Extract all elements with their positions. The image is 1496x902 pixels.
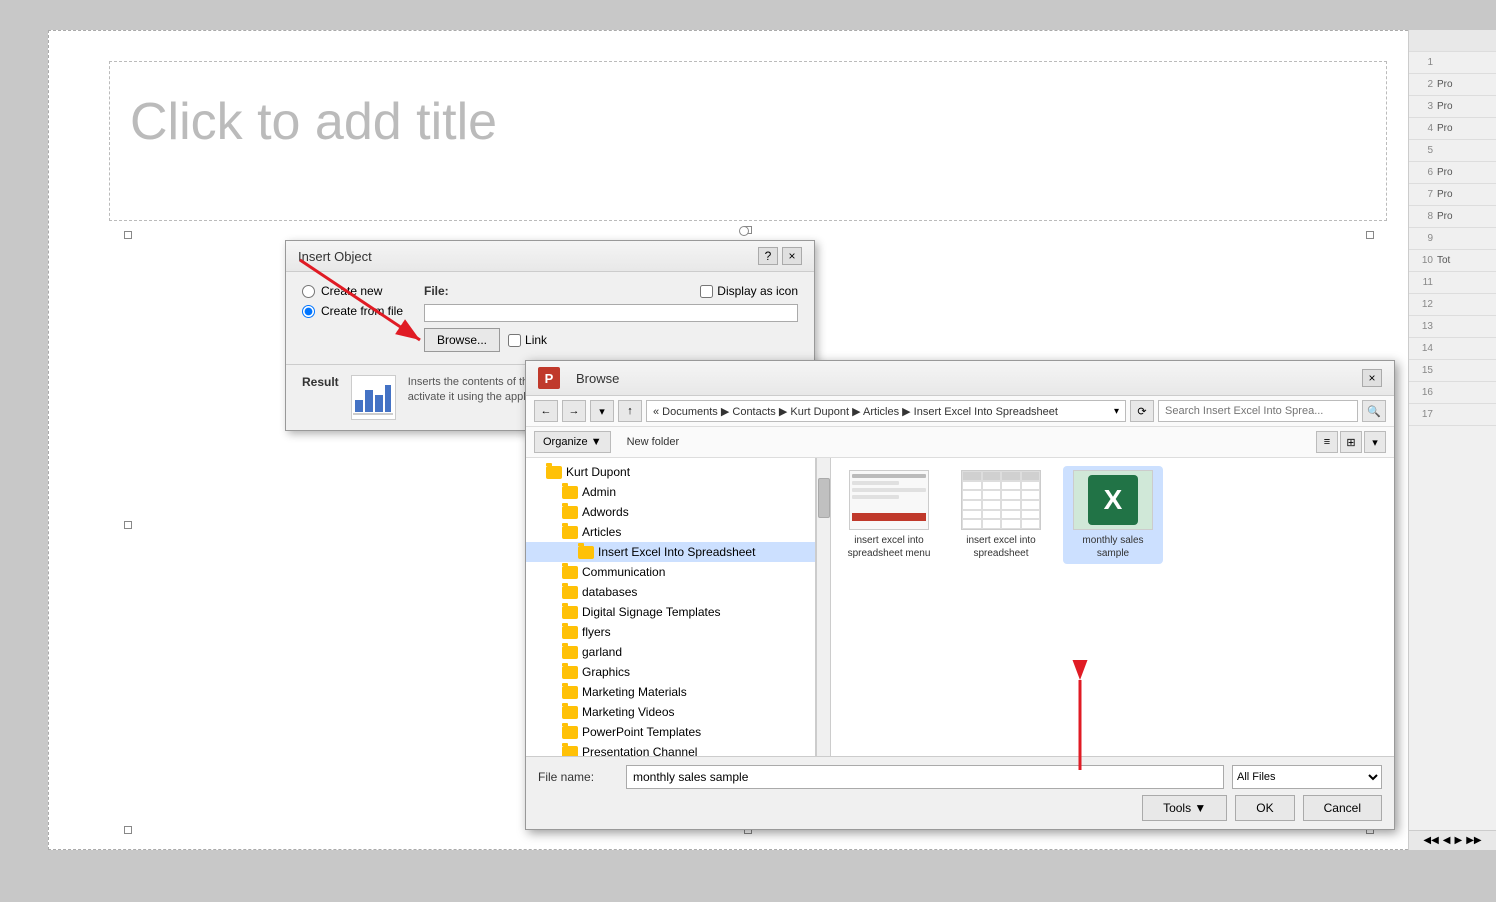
organize-btn[interactable]: Organize ▼ xyxy=(534,431,611,453)
link-label: Link xyxy=(525,333,547,347)
handle-top-left[interactable] xyxy=(124,231,132,239)
new-folder-btn[interactable]: New folder xyxy=(619,431,688,453)
browse-button[interactable]: Browse... xyxy=(424,328,500,352)
file-item-monthly-label: monthly sales sample xyxy=(1067,534,1159,560)
tree-item-graphics[interactable]: Graphics xyxy=(526,662,815,682)
file-label: File: xyxy=(424,284,449,298)
tree-item-digital-signage[interactable]: Digital Signage Templates xyxy=(526,602,815,622)
filename-label: File name: xyxy=(538,770,618,784)
result-label: Result xyxy=(302,375,339,389)
create-new-radio[interactable] xyxy=(302,285,315,298)
tree-item-kurt-dupont[interactable]: Kurt Dupont xyxy=(526,462,815,482)
tree-item-marketing-videos[interactable]: Marketing Videos xyxy=(526,702,815,722)
spreadsheet-row-8: 8Pro xyxy=(1409,206,1496,228)
insert-object-close-btn[interactable]: × xyxy=(782,247,802,265)
slide-title-placeholder: Click to add title xyxy=(110,62,1386,182)
address-dropdown-btn[interactable]: ▾ xyxy=(1114,406,1119,417)
sheet-nav-back[interactable]: ◀ xyxy=(1443,835,1451,846)
slide-title-box[interactable]: Click to add title xyxy=(109,61,1387,221)
spreadsheet-row-4: 4Pro xyxy=(1409,118,1496,140)
create-from-file-label: Create from file xyxy=(321,304,403,318)
tree-item-adwords[interactable]: Adwords xyxy=(526,502,815,522)
file-item-menu-label: insert excel into spreadsheet menu xyxy=(843,534,935,560)
filename-input[interactable] xyxy=(626,765,1224,789)
insert-object-titlebar: Insert Object ? × xyxy=(286,241,814,272)
spreadsheet-peek: 1 2Pro 3Pro 4Pro 5 6Pro 7Pro 8Pro 9 10To… xyxy=(1408,30,1496,850)
handle-top-right[interactable] xyxy=(1366,231,1374,239)
spreadsheet-row-15: 15 xyxy=(1409,360,1496,382)
dropdown-btn[interactable]: ▾ xyxy=(590,400,614,422)
spreadsheet-row-9: 9 xyxy=(1409,228,1496,250)
spreadsheet-row-6: 6Pro xyxy=(1409,162,1496,184)
tree-item-communication[interactable]: Communication xyxy=(526,562,815,582)
browse-titlebar: P Browse × xyxy=(526,361,1394,396)
tree-item-databases[interactable]: databases xyxy=(526,582,815,602)
create-new-label: Create new xyxy=(321,284,382,298)
insert-object-title: Insert Object xyxy=(298,249,372,264)
insert-object-help-btn[interactable]: ? xyxy=(758,247,778,265)
tree-item-garland[interactable]: garland xyxy=(526,642,815,662)
view-tiles-btn[interactable]: ⊞ xyxy=(1340,431,1362,453)
spreadsheet-row-14: 14 xyxy=(1409,338,1496,360)
ppt-app-icon: P xyxy=(538,367,560,389)
spreadsheet-row-12: 12 xyxy=(1409,294,1496,316)
result-icon-chart xyxy=(353,380,393,416)
tree-item-presentation-channel[interactable]: Presentation Channel xyxy=(526,742,815,756)
file-item-spreadsheet-label: insert excel into spreadsheet xyxy=(955,534,1047,560)
sheet-nav-prev[interactable]: ◀◀ xyxy=(1423,835,1438,846)
rotation-handle[interactable] xyxy=(739,226,749,236)
sheet-nav-next[interactable]: ▶▶ xyxy=(1466,835,1481,846)
spreadsheet-row-2: 2Pro xyxy=(1409,74,1496,96)
address-bar[interactable]: « Documents ▶ Contacts ▶ Kurt Dupont ▶ A… xyxy=(646,400,1126,422)
tree-item-insert-excel[interactable]: Insert Excel Into Spreadsheet xyxy=(526,542,815,562)
file-item-monthly-sample[interactable]: X monthly sales sample xyxy=(1063,466,1163,564)
spreadsheet-row-10: 10Tot xyxy=(1409,250,1496,272)
browse-toolbar: Organize ▼ New folder ≡ ⊞ ▾ xyxy=(526,427,1394,458)
ok-btn[interactable]: OK xyxy=(1235,795,1294,821)
handle-mid-left[interactable] xyxy=(124,521,132,529)
spreadsheet-row-5: 5 xyxy=(1409,140,1496,162)
display-as-icon-label: Display as icon xyxy=(717,284,798,298)
folder-tree: Kurt Dupont Admin Adwords Articles Inser… xyxy=(526,458,816,756)
view-dropdown-btn[interactable]: ▾ xyxy=(1364,431,1386,453)
link-checkbox[interactable] xyxy=(508,334,521,347)
search-btn[interactable]: 🔍 xyxy=(1362,400,1386,422)
display-as-icon-checkbox[interactable] xyxy=(700,285,713,298)
tree-item-flyers[interactable]: flyers xyxy=(526,622,815,642)
spreadsheet-row-7: 7Pro xyxy=(1409,184,1496,206)
handle-bottom-left[interactable] xyxy=(124,826,132,834)
file-input-field[interactable] xyxy=(424,304,798,322)
spreadsheet-row-3: 3Pro xyxy=(1409,96,1496,118)
sheet-nav-fwd[interactable]: ▶ xyxy=(1455,835,1463,846)
create-from-file-radio[interactable] xyxy=(302,305,315,318)
tree-item-articles[interactable]: Articles xyxy=(526,522,815,542)
file-item-menu[interactable]: insert excel into spreadsheet menu xyxy=(839,466,939,564)
browse-addressbar: ← → ▾ ↑ « Documents ▶ Contacts ▶ Kurt Du… xyxy=(526,396,1394,427)
cancel-btn[interactable]: Cancel xyxy=(1303,795,1382,821)
browse-bottom: File name: All Files Tools ▼ OK Cancel xyxy=(526,756,1394,829)
browse-close-btn[interactable]: × xyxy=(1362,369,1382,387)
tree-item-admin[interactable]: Admin xyxy=(526,482,815,502)
tools-btn[interactable]: Tools ▼ xyxy=(1142,795,1227,821)
forward-btn[interactable]: → xyxy=(562,400,586,422)
up-btn[interactable]: ↑ xyxy=(618,400,642,422)
filetype-select[interactable]: All Files xyxy=(1232,765,1382,789)
file-item-spreadsheet[interactable]: insert excel into spreadsheet xyxy=(951,466,1051,564)
spreadsheet-row-16: 16 xyxy=(1409,382,1496,404)
browse-dialog-title: Browse xyxy=(576,371,619,386)
tree-item-marketing-materials[interactable]: Marketing Materials xyxy=(526,682,815,702)
search-input[interactable] xyxy=(1158,400,1358,422)
refresh-btn[interactable]: ⟳ xyxy=(1130,400,1154,422)
spreadsheet-row-13: 13 xyxy=(1409,316,1496,338)
spreadsheet-row-11: 11 xyxy=(1409,272,1496,294)
browse-dialog: P Browse × ← → ▾ ↑ « Documents ▶ Contact… xyxy=(525,360,1395,830)
back-btn[interactable]: ← xyxy=(534,400,558,422)
file-view: insert excel into spreadsheet menu xyxy=(831,458,1394,756)
address-breadcrumb: « Documents ▶ Contacts ▶ Kurt Dupont ▶ A… xyxy=(653,405,1058,418)
browse-content: Kurt Dupont Admin Adwords Articles Inser… xyxy=(526,458,1394,756)
spreadsheet-row-17: 17 xyxy=(1409,404,1496,426)
view-list-btn[interactable]: ≡ xyxy=(1316,431,1338,453)
tree-item-ppt-templates[interactable]: PowerPoint Templates xyxy=(526,722,815,742)
spreadsheet-row-1: 1 xyxy=(1409,52,1496,74)
